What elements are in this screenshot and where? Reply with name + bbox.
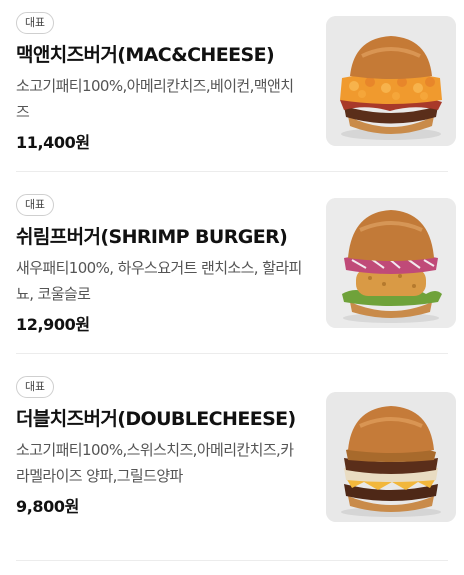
item-divider (16, 560, 448, 561)
menu-item-info: 대표 더블치즈버거(DOUBLECHEESE) 소고기패티100%,스위스치즈,… (16, 375, 304, 519)
burger-double-cheese-illustration (326, 392, 456, 522)
menu-item-description: 새우패티100%, 하우스요거트 랜치소스, 할라피뇨, 코울슬로 (16, 259, 302, 303)
menu-item-price: 11,400원 (16, 133, 90, 152)
menu-item-name: 맥앤치즈버거(MAC&CHEESE) (16, 44, 275, 66)
signature-badge: 대표 (16, 376, 54, 398)
menu-item-name: 더블치즈버거(DOUBLECHEESE) (16, 408, 296, 430)
menu-item-shrimp-burger[interactable]: 대표 쉬림프버거(SHRIMP BURGER) 새우패티100%, 하우스요거트… (0, 172, 464, 354)
menu-item-info: 대표 맥앤치즈버거(MAC&CHEESE) 소고기패티100%,아메리칸치즈,베… (16, 11, 304, 155)
burger-mac-and-cheese-illustration (326, 16, 456, 146)
menu-item-description: 소고기패티100%,스위스치즈,아메리칸치즈,카라멜라이즈 양파,그릴드양파 (16, 441, 294, 485)
burger-double-cheese-photo-icon[interactable] (326, 392, 456, 522)
signature-badge: 대표 (16, 194, 54, 216)
menu-item-mac-and-cheese-burger[interactable]: 대표 맥앤치즈버거(MAC&CHEESE) 소고기패티100%,아메리칸치즈,베… (0, 0, 464, 172)
burger-shrimp-illustration (326, 198, 456, 328)
menu-item-price: 12,900원 (16, 315, 90, 334)
burger-mac-and-cheese-photo-icon[interactable] (326, 16, 456, 146)
menu-item-description: 소고기패티100%,아메리칸치즈,베이컨,맥앤치즈 (16, 77, 294, 121)
signature-badge: 대표 (16, 12, 54, 34)
menu-item-name: 쉬림프버거(SHRIMP BURGER) (16, 226, 288, 248)
menu-item-double-cheese-burger[interactable]: 대표 더블치즈버거(DOUBLECHEESE) 소고기패티100%,스위스치즈,… (0, 354, 464, 575)
menu-item-info: 대표 쉬림프버거(SHRIMP BURGER) 새우패티100%, 하우스요거트… (16, 193, 304, 337)
burger-shrimp-photo-icon[interactable] (326, 198, 456, 328)
menu-item-price: 9,800원 (16, 497, 79, 516)
